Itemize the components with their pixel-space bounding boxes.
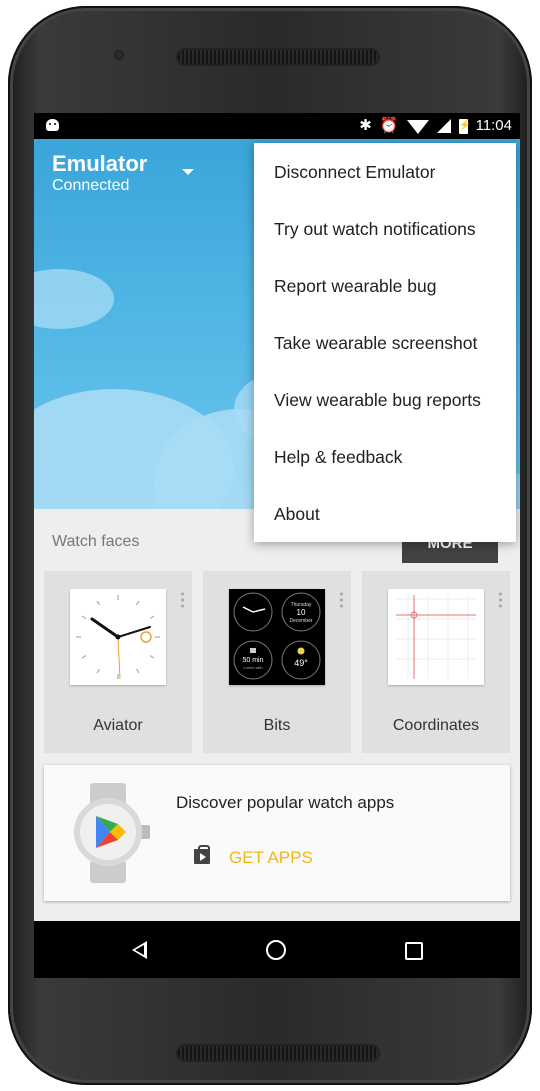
top-speaker — [178, 50, 378, 64]
menu-item-about[interactable]: About — [274, 486, 320, 543]
signal-icon — [436, 119, 451, 133]
menu-item-screenshot[interactable]: Take wearable screenshot — [274, 315, 477, 372]
watch-face-preview-aviator — [70, 589, 166, 685]
navigation-bar — [34, 921, 520, 978]
android-icon — [46, 119, 59, 131]
watch-face-preview-bits: Thursday 10 December 50 min Lunch with 4… — [229, 589, 325, 685]
watch-face-card-coordinates[interactable]: Coordinates — [362, 571, 510, 753]
screen: ✱ ⏰ 11:04 Emulator Connected Watch faces… — [34, 113, 520, 978]
play-store-bag-icon — [194, 845, 210, 864]
recents-icon[interactable] — [405, 942, 423, 960]
bits-date: 10 — [297, 608, 306, 617]
watch-face-card-aviator[interactable]: Aviator — [44, 571, 192, 753]
watch-face-label: Aviator — [93, 717, 143, 734]
status-time: 11:04 — [475, 117, 512, 134]
watch-face-label: Coordinates — [392, 717, 480, 734]
section-title-watch-faces: Watch faces — [52, 533, 140, 550]
discover-apps-title: Discover popular watch apps — [176, 793, 395, 812]
overflow-icon[interactable] — [181, 591, 184, 609]
watch-faces-list: Aviator Thursday 10 December 50 min Lunc… — [44, 571, 512, 753]
device-status: Connected — [52, 177, 130, 194]
chevron-down-icon[interactable] — [182, 169, 194, 175]
bluetooth-icon: ✱ — [359, 117, 372, 134]
status-bar: ✱ ⏰ 11:04 — [34, 113, 520, 139]
watch-face-preview-coordinates — [388, 589, 484, 685]
get-apps-button[interactable]: GET APPS — [229, 848, 313, 868]
bits-temperature: 49° — [294, 658, 308, 668]
watch-face-card-bits[interactable]: Thursday 10 December 50 min Lunch with 4… — [203, 571, 351, 753]
back-icon[interactable] — [132, 941, 147, 959]
menu-item-help[interactable]: Help & feedback — [274, 429, 402, 486]
alarm-icon: ⏰ — [379, 117, 399, 134]
watch-face-label: Bits — [263, 717, 291, 734]
menu-item-try-notifications[interactable]: Try out watch notifications — [274, 201, 476, 258]
overflow-menu: Disconnect Emulator Try out watch notifi… — [254, 143, 516, 542]
overflow-icon[interactable] — [499, 591, 502, 609]
battery-icon — [458, 116, 471, 136]
menu-item-bug-reports[interactable]: View wearable bug reports — [274, 372, 481, 429]
device-name[interactable]: Emulator — [52, 151, 147, 177]
discover-apps-card[interactable]: Discover popular watch apps GET APPS — [44, 765, 510, 901]
watch-play-store-icon — [74, 783, 150, 883]
bits-event: Lunch with — [243, 665, 262, 670]
wifi-icon — [406, 120, 429, 134]
cloud-illustration — [34, 269, 114, 329]
bits-month: December — [289, 618, 312, 624]
menu-item-disconnect[interactable]: Disconnect Emulator — [274, 144, 435, 201]
home-icon[interactable] — [266, 940, 286, 960]
bottom-speaker — [178, 1046, 378, 1060]
menu-item-report-bug[interactable]: Report wearable bug — [274, 258, 436, 315]
overflow-icon[interactable] — [340, 591, 343, 609]
front-camera — [114, 50, 124, 60]
bits-timer: 50 min — [242, 657, 263, 664]
